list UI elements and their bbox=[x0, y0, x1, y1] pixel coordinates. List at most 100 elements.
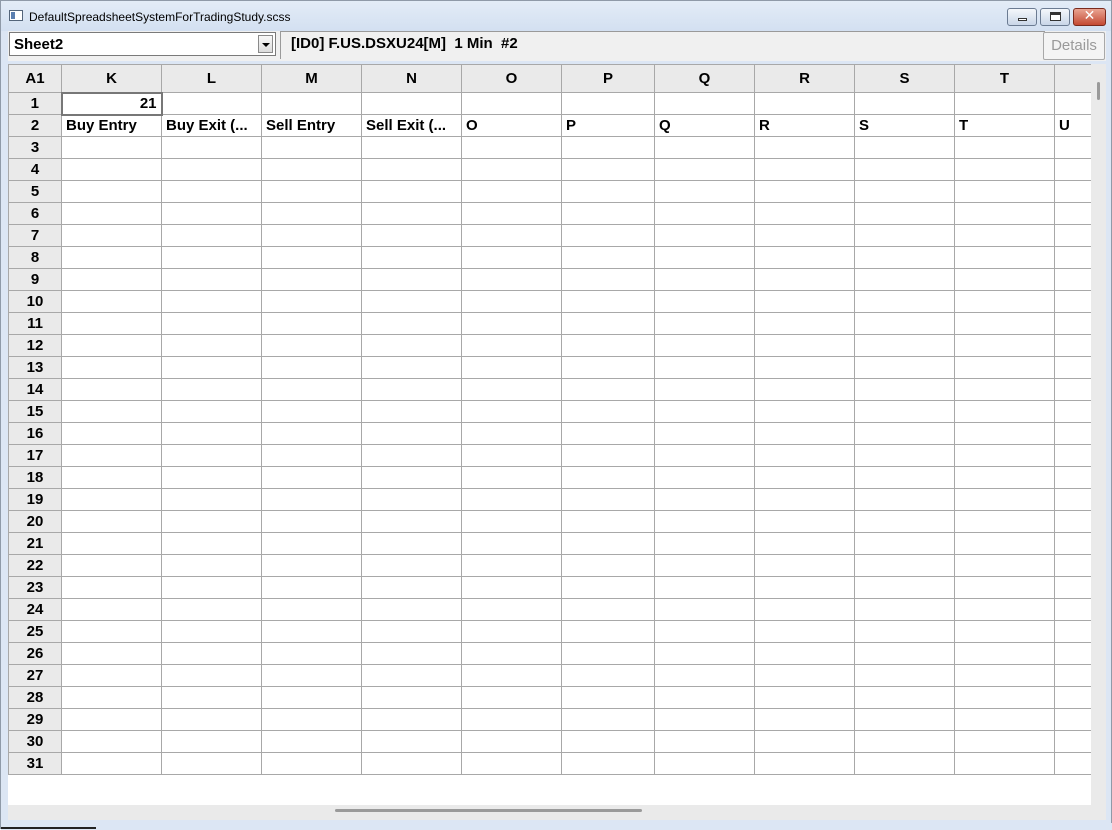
grid-cell[interactable] bbox=[854, 158, 955, 181]
grid-cell[interactable] bbox=[754, 180, 855, 203]
grid-cell[interactable] bbox=[361, 400, 462, 423]
grid-cell[interactable] bbox=[461, 246, 562, 269]
grid-cell[interactable] bbox=[161, 664, 262, 687]
grid-cell[interactable] bbox=[654, 620, 755, 643]
grid-cell[interactable] bbox=[854, 422, 955, 445]
grid-cell[interactable] bbox=[954, 202, 1055, 225]
row-header[interactable]: 24 bbox=[8, 598, 62, 621]
row-header[interactable]: 1 bbox=[8, 92, 62, 115]
grid-cell[interactable] bbox=[461, 290, 562, 313]
grid-cell[interactable] bbox=[954, 268, 1055, 291]
grid-cell[interactable] bbox=[954, 312, 1055, 335]
grid-cell[interactable] bbox=[361, 158, 462, 181]
grid-cell[interactable] bbox=[161, 422, 262, 445]
column-header[interactable]: L bbox=[161, 64, 262, 93]
grid-cell[interactable] bbox=[61, 664, 162, 687]
grid-cell[interactable] bbox=[461, 136, 562, 159]
grid-cell[interactable] bbox=[1054, 664, 1092, 687]
row-header[interactable]: 28 bbox=[8, 686, 62, 709]
grid-cell[interactable] bbox=[361, 422, 462, 445]
grid-cell[interactable] bbox=[1054, 312, 1092, 335]
grid-cell[interactable] bbox=[754, 620, 855, 643]
grid-cell[interactable] bbox=[561, 422, 655, 445]
row-header[interactable]: 25 bbox=[8, 620, 62, 643]
grid-cell[interactable] bbox=[654, 510, 755, 533]
grid-cell[interactable] bbox=[754, 268, 855, 291]
title-bar[interactable]: DefaultSpreadsheetSystemForTradingStudy.… bbox=[1, 1, 1111, 31]
grid-cell[interactable] bbox=[1054, 466, 1092, 489]
grid-cell[interactable] bbox=[654, 422, 755, 445]
grid-cell[interactable] bbox=[561, 532, 655, 555]
grid-cell[interactable] bbox=[61, 686, 162, 709]
grid-cell[interactable] bbox=[361, 708, 462, 731]
column-header[interactable] bbox=[1054, 64, 1092, 93]
grid-cell[interactable] bbox=[461, 400, 562, 423]
grid-cell[interactable] bbox=[261, 356, 362, 379]
grid-cell[interactable] bbox=[754, 444, 855, 467]
grid-cell[interactable] bbox=[954, 158, 1055, 181]
grid-cell[interactable] bbox=[1054, 158, 1092, 181]
grid-cell[interactable] bbox=[61, 334, 162, 357]
grid-cell[interactable] bbox=[461, 752, 562, 775]
grid-cell[interactable] bbox=[754, 224, 855, 247]
grid-cell[interactable] bbox=[161, 488, 262, 511]
horizontal-scrollbar[interactable] bbox=[8, 805, 1106, 820]
grid-cell[interactable] bbox=[1054, 686, 1092, 709]
grid-cell[interactable] bbox=[854, 708, 955, 731]
grid-cell[interactable] bbox=[261, 422, 362, 445]
grid-cell[interactable] bbox=[754, 334, 855, 357]
grid-cell[interactable] bbox=[654, 224, 755, 247]
grid-cell[interactable] bbox=[61, 466, 162, 489]
grid-cell[interactable] bbox=[754, 510, 855, 533]
grid-cell[interactable] bbox=[161, 378, 262, 401]
grid-cell[interactable] bbox=[954, 180, 1055, 203]
row-header[interactable]: 23 bbox=[8, 576, 62, 599]
grid-cell[interactable] bbox=[461, 334, 562, 357]
grid-cell[interactable] bbox=[954, 730, 1055, 753]
grid-cell[interactable] bbox=[954, 642, 1055, 665]
grid-cell[interactable] bbox=[461, 158, 562, 181]
column-header[interactable]: Q bbox=[654, 64, 755, 93]
grid-cell[interactable] bbox=[1054, 180, 1092, 203]
grid-cell[interactable] bbox=[854, 290, 955, 313]
grid-cell[interactable] bbox=[261, 136, 362, 159]
grid-cell[interactable] bbox=[561, 576, 655, 599]
vertical-scroll-thumb[interactable] bbox=[1097, 82, 1100, 100]
grid-cell[interactable] bbox=[854, 224, 955, 247]
grid-cell[interactable] bbox=[61, 422, 162, 445]
grid-cell[interactable] bbox=[1054, 202, 1092, 225]
grid-cell[interactable] bbox=[654, 752, 755, 775]
grid-cell[interactable] bbox=[1054, 752, 1092, 775]
grid-cell[interactable] bbox=[561, 334, 655, 357]
grid-cell[interactable] bbox=[654, 246, 755, 269]
grid-cell[interactable] bbox=[561, 444, 655, 467]
grid-cell[interactable] bbox=[854, 92, 955, 115]
grid-cell[interactable] bbox=[561, 466, 655, 489]
grid-cell[interactable] bbox=[654, 642, 755, 665]
row-header[interactable]: 15 bbox=[8, 400, 62, 423]
grid-cell[interactable] bbox=[1054, 92, 1092, 115]
grid-cell[interactable] bbox=[261, 224, 362, 247]
grid-cell[interactable] bbox=[461, 510, 562, 533]
grid-cell[interactable] bbox=[561, 752, 655, 775]
grid-cell[interactable] bbox=[561, 642, 655, 665]
grid-cell[interactable] bbox=[854, 686, 955, 709]
grid-cell[interactable] bbox=[754, 708, 855, 731]
grid-cell[interactable] bbox=[954, 378, 1055, 401]
grid-cell[interactable] bbox=[954, 466, 1055, 489]
grid-cell[interactable] bbox=[61, 378, 162, 401]
grid-cell[interactable] bbox=[1054, 730, 1092, 753]
grid-cell[interactable] bbox=[261, 510, 362, 533]
grid-cell[interactable] bbox=[854, 334, 955, 357]
row-header[interactable]: 6 bbox=[8, 202, 62, 225]
grid-cell[interactable] bbox=[461, 268, 562, 291]
column-header[interactable]: M bbox=[261, 64, 362, 93]
grid-cell[interactable] bbox=[754, 422, 855, 445]
grid-cell[interactable] bbox=[161, 268, 262, 291]
grid-cell[interactable] bbox=[1054, 334, 1092, 357]
grid-cell[interactable] bbox=[954, 422, 1055, 445]
grid-cell[interactable] bbox=[754, 290, 855, 313]
grid-cell[interactable] bbox=[561, 290, 655, 313]
grid-cell[interactable] bbox=[854, 378, 955, 401]
grid-cell[interactable] bbox=[361, 136, 462, 159]
